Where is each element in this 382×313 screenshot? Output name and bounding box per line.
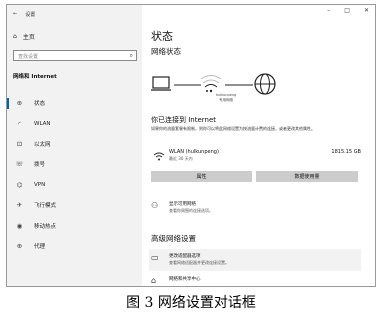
sidebar-item-0[interactable]: ⊕ 状态 (7, 93, 142, 113)
wlan-signal-icon (153, 152, 165, 161)
show-networks-title: 显示可用网络 (169, 202, 196, 207)
sidebar-item-label: 移动热点 (34, 223, 57, 230)
sharing-center-icon: ⌂ (151, 276, 157, 285)
window-controls: – □ ✕ (327, 7, 369, 14)
data-usage-button[interactable]: 数据使用量 (256, 171, 358, 182)
sidebar-item-4[interactable]: ⌬ VPN (7, 175, 142, 195)
show-networks-link[interactable]: ⚇ 显示可用网络 查看你周围的连接选项。 (151, 201, 213, 214)
hotspot-icon: ◉ (16, 221, 23, 230)
home-icon: ⌂ (13, 33, 17, 40)
wifi-icon: ◜ (18, 119, 21, 128)
adapter-icon: ▭ (151, 253, 159, 262)
main-pane: – □ ✕ 状态 网络状态 hulkunpeng 专用网络 你已连接到 Inte… (142, 5, 375, 286)
home-link[interactable]: ⌂ 主页 (13, 32, 35, 41)
app-title: 设置 (25, 11, 36, 18)
wlan-connection[interactable]: WLAN (hulkunpeng) 最近 30 天内 1815.15 GB (151, 148, 361, 162)
show-networks-desc: 查看你周围的连接选项。 (169, 208, 213, 213)
status-icon: ⊕ (16, 99, 23, 108)
figure-caption: 图 3 网络设置对话框 (126, 295, 256, 311)
search-placeholder: 查找设置 (18, 54, 39, 60)
sidebar-item-7[interactable]: ⊕ 代理 (7, 236, 142, 256)
sharing-center-title: 网络和共享中心 (169, 277, 201, 282)
sidebar-item-2[interactable]: ⊡ 以太网 (7, 134, 142, 154)
connected-description: 如果你的流量套餐有限制，则你可以将此网络设置为按流量计费的连接，或者更改其他属性… (151, 126, 315, 131)
sidebar-item-1[interactable]: ◜ WLAN (7, 113, 142, 133)
globe-icon (254, 73, 276, 95)
wlan-data-amount: 1815.15 GB (331, 149, 361, 155)
network-name-caption: hulkunpeng 专用网络 (206, 93, 246, 103)
close-icon[interactable]: ✕ (364, 7, 369, 14)
wlan-usage-period: 最近 30 天内 (169, 156, 193, 161)
page-title: 状态 (151, 30, 173, 43)
sidebar-item-label: 拨号 (34, 162, 46, 169)
dialup-icon: ☏ (15, 160, 24, 169)
settings-window: ← 设置 ⌂ 主页 查找设置 ⌕ 网络和 Internet ⊕ 状态 ◜ WLAN ⊡ 以… (6, 4, 376, 287)
airplane-icon: ✈ (16, 201, 23, 210)
sidebar-item-label: WLAN (34, 120, 51, 127)
computer-icon (151, 76, 171, 91)
vpn-icon: ⌬ (16, 180, 23, 189)
home-label: 主页 (22, 34, 35, 41)
search-input[interactable]: 查找设置 ⌕ (13, 50, 137, 61)
network-status-heading: 网络状态 (151, 47, 181, 56)
sidebar-item-label: VPN (34, 181, 46, 188)
ethernet-icon: ⊡ (16, 139, 23, 148)
network-type: 专用网络 (219, 98, 233, 102)
proxy-icon: ⊕ (16, 241, 23, 250)
titlebar-left: ← 设置 (13, 8, 35, 20)
maximize-icon[interactable]: □ (344, 7, 350, 14)
change-adapter-link[interactable]: ▭ 更改适配器选项 查看网络适配器并更改连接设置。 (151, 253, 229, 266)
sidebar-item-label: 状态 (34, 101, 46, 108)
properties-button[interactable]: 属性 (151, 171, 252, 182)
back-icon[interactable]: ← (13, 11, 17, 17)
search-icon[interactable]: ⌕ (130, 52, 133, 60)
sidebar-item-label: 以太网 (34, 141, 51, 148)
connected-heading: 你已连接到 Internet (151, 116, 217, 124)
sidebar-item-label: 代理 (34, 243, 46, 250)
network-search-icon: ⚇ (151, 201, 159, 210)
section-label: 网络和 Internet (13, 74, 57, 80)
minimize-icon[interactable]: – (327, 7, 330, 14)
change-adapter-desc: 查看网络适配器并更改连接设置。 (169, 260, 229, 265)
wifi-signal-icon (200, 75, 222, 93)
sidebar-item-6[interactable]: ◉ 移动热点 (7, 215, 142, 235)
wlan-name: WLAN (hulkunpeng) (169, 149, 219, 155)
sharing-center-link[interactable]: ⌂ 网络和共享中心 (151, 276, 201, 285)
advanced-settings-heading: 高级网络设置 (151, 234, 196, 243)
sidebar-nav: ⊕ 状态 ◜ WLAN ⊡ 以太网 ☏ 拨号 ⌬ VPN ✈ 飞行模式 ◉ 移动热点 ⊕ 代理 (7, 93, 142, 256)
change-adapter-title: 更改适配器选项 (169, 254, 201, 259)
sidebar-item-5[interactable]: ✈ 飞行模式 (7, 195, 142, 215)
network-diagram (151, 73, 276, 95)
sidebar: ← 设置 ⌂ 主页 查找设置 ⌕ 网络和 Internet ⊕ 状态 ◜ WLAN ⊡ 以… (7, 5, 142, 286)
sidebar-item-label: 飞行模式 (34, 203, 57, 210)
sidebar-item-3[interactable]: ☏ 拨号 (7, 154, 142, 174)
